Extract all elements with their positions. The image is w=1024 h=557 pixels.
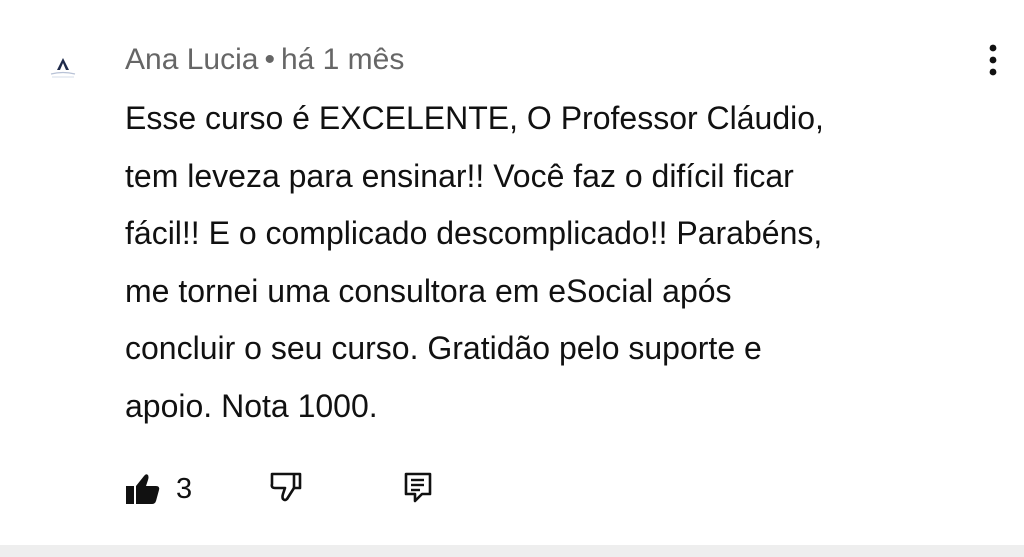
comment-text: Esse curso é EXCELENTE, O Professor Cláu… (125, 90, 995, 435)
comment-text-line: tem leveza para ensinar!! Você faz o dif… (125, 157, 794, 194)
comment-text-line: fácil!! E o complicado descomplicado!! P… (125, 215, 823, 251)
comment-text-line: concluir o seu curso. Gratidão pelo supo… (125, 330, 762, 366)
author-name[interactable]: Ana Lucia (125, 43, 258, 76)
more-options-button[interactable] (976, 38, 1010, 82)
like-count: 3 (176, 473, 193, 505)
avatar-logo-icon (50, 58, 76, 78)
dislike-button[interactable] (268, 464, 308, 514)
meta-separator: • (264, 43, 275, 76)
more-vert-icon (989, 44, 997, 76)
bottom-divider (0, 545, 1024, 557)
comment-text-line: Esse curso é EXCELENTE, O Professor Cláu… (125, 100, 824, 136)
reply-button[interactable] (398, 464, 438, 514)
comment-reply-icon (404, 472, 432, 503)
comment-text-line: apoio. Nota 1000. (125, 387, 378, 424)
comment-time: há 1 mês (280, 43, 405, 76)
thumb-up-filled-icon (126, 474, 160, 504)
like-button[interactable]: 3 (122, 464, 202, 514)
comment-meta: Ana Lucia • há 1 mês (125, 42, 404, 78)
avatar[interactable] (40, 44, 86, 90)
comment-text-line: me tornei uma consultora em eSocial após (125, 272, 732, 309)
comment-card: Ana Lucia • há 1 mês Esse curso é EXCELENT… (0, 0, 1024, 545)
thumb-down-outline-icon (270, 472, 302, 502)
